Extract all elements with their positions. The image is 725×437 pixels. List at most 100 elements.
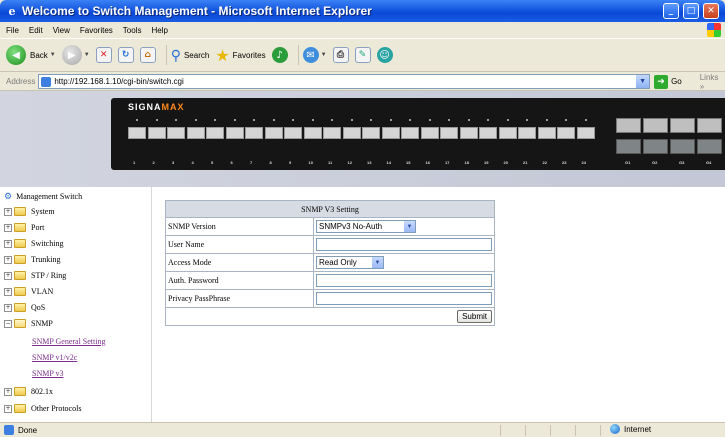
address-input[interactable]: http://192.168.1.10/cgi-bin/switch.cgi ▼ <box>38 74 651 89</box>
combo-rj45-port[interactable] <box>697 139 722 154</box>
ethernet-port[interactable] <box>342 127 361 139</box>
mail-dropdown-icon[interactable]: ▼ <box>321 52 327 58</box>
expand-icon[interactable]: + <box>4 239 12 248</box>
expand-icon[interactable]: + <box>4 223 12 232</box>
tree-label: STP / Ring <box>31 271 67 280</box>
ethernet-port[interactable] <box>459 127 478 139</box>
ethernet-port[interactable] <box>303 127 322 139</box>
ethernet-port[interactable] <box>147 127 166 139</box>
tree-item-system[interactable]: + System <box>4 207 55 216</box>
privacy-passphrase-input[interactable] <box>316 292 492 305</box>
address-dropdown-icon[interactable]: ▼ <box>636 75 650 88</box>
ethernet-port[interactable] <box>245 127 263 139</box>
collapse-icon[interactable]: − <box>4 319 12 328</box>
back-button[interactable]: ◀ Back ▼ <box>6 45 56 65</box>
tree-link-snmp-v3[interactable]: SNMP v3 <box>32 369 64 378</box>
expand-icon[interactable]: + <box>4 404 12 413</box>
forward-dropdown-icon[interactable]: ▼ <box>84 52 90 58</box>
close-button[interactable]: ✕ <box>703 3 719 19</box>
menu-file[interactable]: File <box>6 26 19 35</box>
tree-item-stp-ring[interactable]: + STP / Ring <box>4 271 66 280</box>
tree-item-trunking[interactable]: + Trunking <box>4 255 61 264</box>
expand-icon[interactable]: + <box>4 387 12 396</box>
tree-item-vlan[interactable]: + VLAN <box>4 287 53 296</box>
search-button[interactable]: ⚲ Search <box>171 47 210 64</box>
menu-help[interactable]: Help <box>151 26 167 35</box>
chevron-down-icon[interactable]: ▼ <box>404 221 415 232</box>
combo-rj45-port[interactable] <box>616 139 641 154</box>
ethernet-port[interactable] <box>537 127 556 139</box>
ethernet-port[interactable] <box>420 127 439 139</box>
combo-rj45-port[interactable] <box>643 139 668 154</box>
print-button[interactable]: ⎙ <box>332 47 349 63</box>
sfp-port[interactable] <box>697 118 722 133</box>
port-number: 22 <box>542 160 547 165</box>
user-name-input[interactable] <box>316 238 492 251</box>
sfp-port[interactable] <box>670 118 695 133</box>
expand-icon[interactable]: + <box>4 303 12 312</box>
ethernet-port[interactable] <box>362 127 380 139</box>
auth-password-input[interactable] <box>316 274 492 287</box>
tree-item-8021x[interactable]: +802.1x <box>4 387 53 396</box>
access-mode-select[interactable]: Read Only ▼ <box>316 256 384 269</box>
tree-item-snmp[interactable]: − SNMP <box>4 319 53 328</box>
menu-edit[interactable]: Edit <box>29 26 43 35</box>
sfp-port[interactable] <box>643 118 668 133</box>
ethernet-port[interactable] <box>225 127 244 139</box>
ethernet-port[interactable] <box>401 127 419 139</box>
menu-favorites[interactable]: Favorites <box>80 26 113 35</box>
ethernet-port[interactable] <box>264 127 283 139</box>
ethernet-port[interactable] <box>128 127 146 139</box>
tree-item-switching[interactable]: + Switching <box>4 239 63 248</box>
links-button[interactable]: Links » <box>700 73 725 91</box>
home-button[interactable]: ⌂ <box>139 47 156 63</box>
expand-icon[interactable]: + <box>4 207 12 216</box>
tree-item-other-protocols[interactable]: + Other Protocols <box>4 404 81 413</box>
tree-item-port[interactable]: + Port <box>4 223 44 232</box>
menu-view[interactable]: View <box>53 26 70 35</box>
ethernet-port[interactable] <box>576 127 595 139</box>
tree-link-snmp-v1v2c[interactable]: SNMP v1/v2c <box>32 353 77 362</box>
go-button[interactable]: ➜ Go <box>654 74 682 89</box>
menu-tools[interactable]: Tools <box>123 26 142 35</box>
sfp-port[interactable] <box>616 118 641 133</box>
combo-rj45-port[interactable] <box>670 139 695 154</box>
chevron-down-icon[interactable]: ▼ <box>372 257 383 268</box>
ethernet-port[interactable] <box>479 127 497 139</box>
tree-root[interactable]: ⚙ Management Switch <box>4 191 82 202</box>
stop-button[interactable]: ✕ <box>95 47 112 63</box>
expand-icon[interactable]: + <box>4 255 12 264</box>
port-led-icon <box>487 119 489 121</box>
refresh-button[interactable]: ↻ <box>117 47 134 63</box>
ethernet-port[interactable] <box>557 127 575 139</box>
messenger-button[interactable]: ☺ <box>376 47 393 63</box>
ethernet-port[interactable] <box>167 127 185 139</box>
expand-icon[interactable]: + <box>4 287 12 296</box>
search-icon: ⚲ <box>170 46 181 63</box>
tree-link-snmp-general[interactable]: SNMP General Setting <box>32 337 105 346</box>
back-dropdown-icon[interactable]: ▼ <box>50 52 56 58</box>
page-done-icon <box>4 425 14 435</box>
submit-button[interactable]: Submit <box>457 310 492 323</box>
ethernet-port[interactable] <box>381 127 400 139</box>
snmp-version-select[interactable]: SNMPv3 No-Auth ▼ <box>316 220 416 233</box>
tree-item-qos[interactable]: + QoS <box>4 303 45 312</box>
ethernet-port[interactable] <box>498 127 517 139</box>
ethernet-port[interactable] <box>186 127 205 139</box>
ethernet-port[interactable] <box>518 127 536 139</box>
port-led-icon <box>428 119 431 121</box>
media-button[interactable]: ♪ <box>271 47 288 63</box>
favorites-button[interactable]: ★ Favorites <box>215 46 265 65</box>
forward-button[interactable]: ▶ ▼ <box>61 45 90 65</box>
ethernet-port[interactable] <box>323 127 341 139</box>
mail-button[interactable]: ✉ ▼ <box>302 47 327 63</box>
minimize-button[interactable]: _ <box>663 3 679 19</box>
maximize-button[interactable]: □ <box>683 3 699 19</box>
ethernet-port[interactable] <box>206 127 224 139</box>
ethernet-port[interactable] <box>284 127 302 139</box>
media-icon: ♪ <box>271 47 288 63</box>
ethernet-port[interactable] <box>440 127 458 139</box>
expand-icon[interactable]: + <box>4 271 12 280</box>
uplink-number: G3 <box>679 160 685 165</box>
edit-button[interactable]: ✎ <box>354 47 371 63</box>
